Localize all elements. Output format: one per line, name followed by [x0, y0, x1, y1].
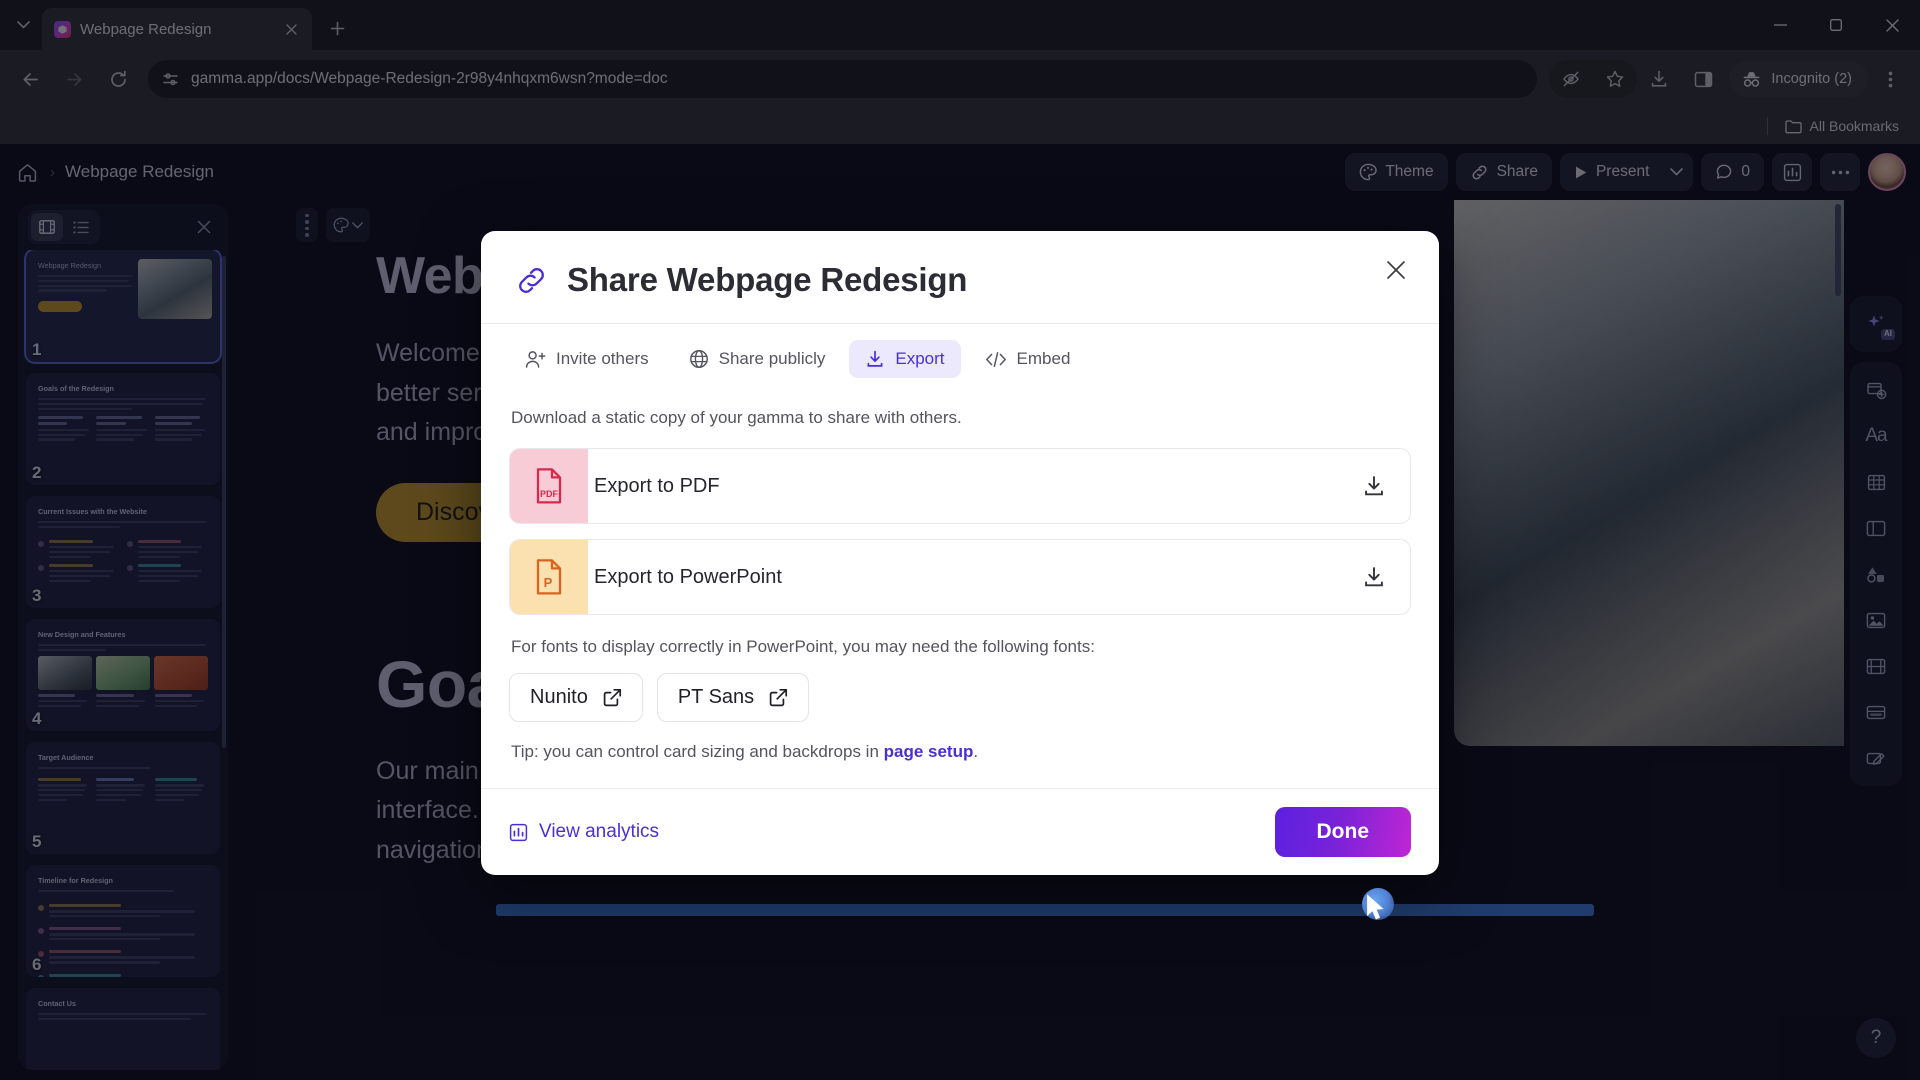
tab-label: Embed	[1016, 349, 1071, 368]
export-description: Download a static copy of your gamma to …	[511, 408, 962, 427]
download-icon	[865, 349, 885, 369]
link-chain-icon	[515, 264, 548, 297]
analytics-chart-icon	[509, 823, 528, 842]
tab-export[interactable]: Export	[849, 340, 961, 378]
page-setup-tip: Tip: you can control card sizing and bac…	[511, 742, 1411, 762]
view-analytics-label: View analytics	[539, 821, 660, 842]
page-setup-link[interactable]: page setup	[884, 742, 974, 761]
download-icon[interactable]	[1338, 540, 1410, 614]
modal-header: Share Webpage Redesign	[481, 231, 1439, 323]
tab-label: Export	[895, 349, 945, 368]
font-chip-nunito[interactable]: Nunito	[509, 673, 643, 722]
share-modal: Share Webpage Redesign Invite others Sha…	[481, 231, 1439, 875]
tab-label: Share publicly	[718, 349, 826, 368]
code-icon	[985, 351, 1007, 368]
external-link-icon	[769, 688, 788, 707]
svg-text:PDF: PDF	[540, 489, 559, 499]
font-name: PT Sans	[677, 686, 755, 708]
powerpoint-file-icon: P	[510, 540, 588, 614]
tab-share-publicly[interactable]: Share publicly	[673, 340, 842, 378]
done-button[interactable]: Done	[1274, 807, 1411, 857]
svg-text:P: P	[544, 575, 553, 590]
tab-invite-others[interactable]: Invite others	[509, 340, 665, 378]
pdf-file-icon: PDF	[510, 449, 588, 523]
view-analytics-link[interactable]: View analytics	[509, 821, 659, 843]
export-to-pdf-row[interactable]: PDF Export to PDF	[509, 448, 1411, 524]
export-pptx-label: Export to PowerPoint	[594, 565, 782, 588]
modal-body: Download a static copy of your gamma to …	[481, 382, 1439, 788]
fonts-note: For fonts to display correctly in PowerP…	[511, 637, 1095, 656]
export-pdf-label: Export to PDF	[594, 474, 720, 497]
person-add-icon	[525, 350, 546, 369]
modal-close-icon[interactable]	[1379, 253, 1413, 287]
font-chip-list: Nunito PT Sans	[509, 673, 1411, 722]
download-icon[interactable]	[1338, 449, 1410, 523]
external-link-icon	[603, 688, 622, 707]
font-chip-pt-sans[interactable]: PT Sans	[656, 673, 810, 722]
tab-embed[interactable]: Embed	[969, 340, 1087, 378]
modal-title: Share Webpage Redesign	[567, 261, 968, 298]
tab-label: Invite others	[556, 349, 649, 368]
font-name: Nunito	[530, 686, 588, 708]
modal-title-row: Share Webpage Redesign	[515, 261, 1405, 299]
modal-footer: View analytics Done	[481, 788, 1439, 875]
tip-prefix: Tip: you can control card sizing and bac…	[511, 742, 884, 761]
globe-icon	[689, 349, 709, 369]
modal-tabs: Invite others Share publicly Export Embe…	[481, 324, 1439, 382]
export-to-powerpoint-row[interactable]: P Export to PowerPoint	[509, 539, 1411, 615]
tip-suffix: .	[973, 742, 979, 761]
